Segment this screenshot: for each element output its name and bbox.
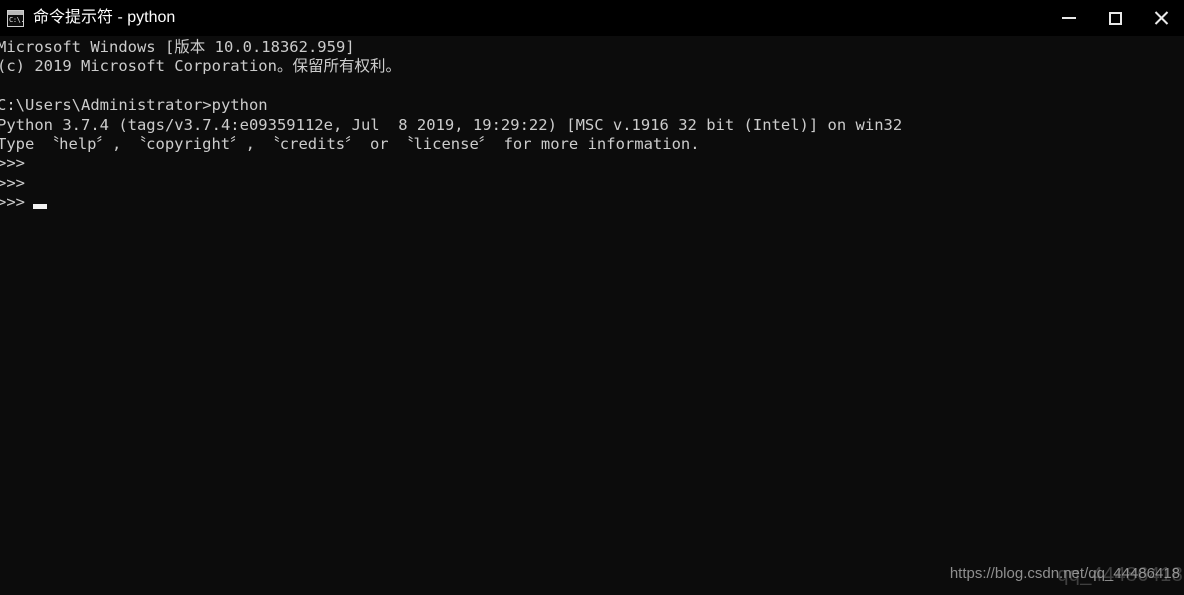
minimize-icon (1062, 17, 1076, 19)
console-line-prompt: >>> (0, 154, 25, 173)
title-bar-left: C:\. 命令提示符 - python (0, 8, 1046, 28)
console-line: C:\Users\Administrator>python (0, 96, 268, 115)
cmd-console-icon: C:\. (7, 9, 24, 27)
minimize-button[interactable] (1046, 0, 1092, 36)
console-output-area[interactable]: Microsoft Windows [版本 10.0.18362.959] (c)… (0, 36, 1184, 595)
prompt-label: >>> (0, 193, 25, 212)
window-controls (1046, 0, 1184, 36)
maximize-icon (1108, 11, 1122, 25)
maximize-button[interactable] (1092, 0, 1138, 36)
watermark-username-overlay: qq_44486418 (1057, 564, 1183, 586)
close-icon (1154, 11, 1168, 25)
text-cursor (33, 204, 47, 210)
close-button[interactable] (1138, 0, 1184, 36)
console-line: (c) 2019 Microsoft Corporation。保留所有权利。 (0, 57, 401, 76)
console-line: Python 3.7.4 (tags/v3.7.4:e09359112e, Ju… (0, 115, 903, 134)
console-line: Microsoft Windows [版本 10.0.18362.959] (0, 38, 355, 56)
cmd-icon-label: C:\. (9, 15, 24, 24)
title-bar[interactable]: C:\. 命令提示符 - python (0, 0, 1184, 36)
console-line-prompt: >>> (0, 173, 25, 192)
console-text-buffer: Microsoft Windows [版本 10.0.18362.959] (c)… (0, 38, 902, 213)
console-line-blank (0, 77, 902, 96)
console-line-prompt-active: >>> (0, 193, 902, 212)
command-prompt-window: C:\. 命令提示符 - python Microsoft Windows [版… (0, 0, 1184, 595)
console-line: Type 〝help〞, 〝copyright〞, 〝credits〞 or 〝… (0, 134, 700, 153)
window-title: 命令提示符 - python (33, 9, 176, 26)
